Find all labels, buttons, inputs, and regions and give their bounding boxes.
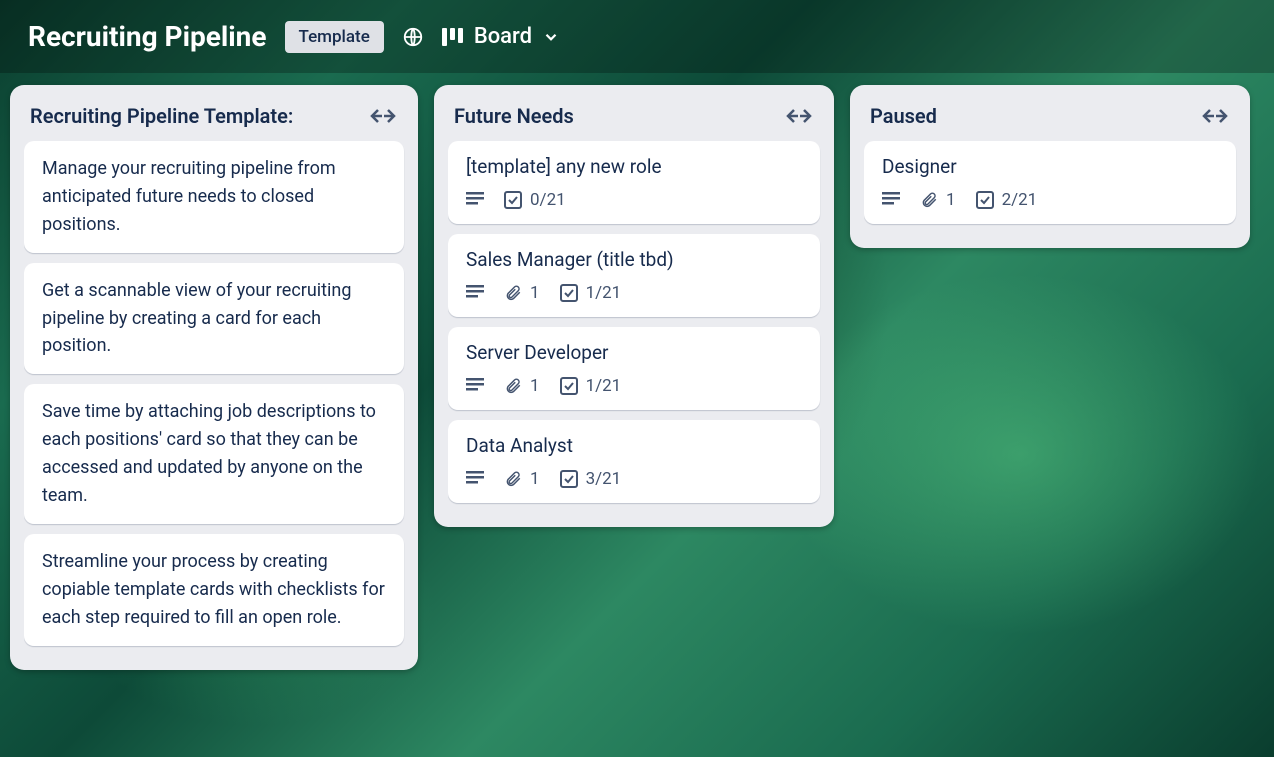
card-title: Data Analyst: [466, 434, 802, 457]
list-title[interactable]: Paused: [870, 104, 937, 128]
collapse-list-icon[interactable]: [1198, 103, 1232, 129]
board-canvas: Recruiting Pipeline Template: Manage you…: [0, 73, 1274, 682]
board-header: Recruiting Pipeline Template Board: [0, 0, 1274, 73]
card-text: Manage your recruiting pipeline from ant…: [42, 155, 386, 239]
list-future-needs: Future Needs [template] any new role: [434, 85, 834, 527]
attachment-badge: 1: [504, 376, 540, 396]
board-title[interactable]: Recruiting Pipeline: [28, 20, 267, 53]
card[interactable]: Manage your recruiting pipeline from ant…: [24, 141, 404, 253]
globe-icon[interactable]: [402, 26, 424, 48]
card[interactable]: Save time by attaching job descriptions …: [24, 384, 404, 524]
list-recruiting-pipeline-template: Recruiting Pipeline Template: Manage you…: [10, 85, 418, 670]
chevron-down-icon: [542, 28, 560, 46]
collapse-list-icon[interactable]: [782, 103, 816, 129]
checklist-badge: 1/21: [560, 283, 622, 303]
card[interactable]: Get a scannable view of your recruiting …: [24, 263, 404, 375]
list-title[interactable]: Future Needs: [454, 104, 574, 128]
description-icon: [466, 471, 484, 487]
card-badges: 1 1/21: [466, 283, 802, 303]
template-badge[interactable]: Template: [285, 21, 384, 53]
collapse-list-icon[interactable]: [366, 103, 400, 129]
view-label: Board: [474, 24, 532, 49]
card-text: Save time by attaching job descriptions …: [42, 398, 386, 510]
checklist-badge: 2/21: [976, 190, 1038, 210]
card-badges: 1 2/21: [882, 190, 1218, 210]
card-title: Server Developer: [466, 341, 802, 364]
attachment-badge: 1: [920, 190, 956, 210]
list-paused: Paused Designer 1: [850, 85, 1250, 248]
description-icon: [466, 378, 484, 394]
checklist-badge: 1/21: [560, 376, 622, 396]
card-badges: 0/21: [466, 190, 802, 210]
card-text: Streamline your process by creating copi…: [42, 548, 386, 632]
description-icon: [882, 192, 900, 208]
description-icon: [466, 192, 484, 208]
card-title: [template] any new role: [466, 155, 802, 178]
card[interactable]: Data Analyst 1 3/21: [448, 420, 820, 503]
card[interactable]: Sales Manager (title tbd) 1 1/21: [448, 234, 820, 317]
card[interactable]: [template] any new role 0/21: [448, 141, 820, 224]
card-text: Get a scannable view of your recruiting …: [42, 277, 386, 361]
board-view-icon: [442, 28, 464, 46]
view-switcher[interactable]: Board: [442, 24, 560, 49]
card-title: Designer: [882, 155, 1218, 178]
attachment-badge: 1: [504, 283, 540, 303]
card-badges: 1 1/21: [466, 376, 802, 396]
card[interactable]: Designer 1 2/21: [864, 141, 1236, 224]
card[interactable]: Streamline your process by creating copi…: [24, 534, 404, 646]
checklist-badge: 3/21: [560, 469, 622, 489]
attachment-badge: 1: [504, 469, 540, 489]
card[interactable]: Server Developer 1 1/21: [448, 327, 820, 410]
description-icon: [466, 285, 484, 301]
list-title[interactable]: Recruiting Pipeline Template:: [30, 104, 293, 128]
card-title: Sales Manager (title tbd): [466, 248, 802, 271]
card-badges: 1 3/21: [466, 469, 802, 489]
checklist-badge: 0/21: [504, 190, 566, 210]
